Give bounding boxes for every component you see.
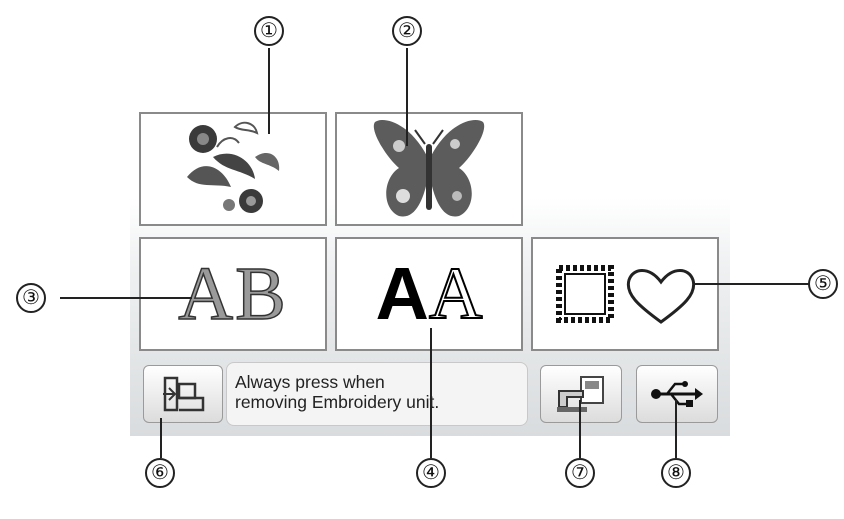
character-pattern-tile[interactable]: A A	[335, 237, 523, 351]
decorative-alphabet-tile[interactable]: AB	[139, 237, 327, 351]
butterfly-pattern-tile[interactable]	[335, 112, 523, 226]
frame-heart-icon	[556, 265, 696, 324]
callout-1-line	[268, 48, 270, 134]
callout-6-line	[160, 418, 162, 458]
callout-2: ②	[392, 16, 422, 46]
callout-3-line	[60, 297, 192, 299]
callout-1: ①	[254, 16, 284, 46]
callout-8: ⑧	[661, 458, 691, 488]
embroidery-unit-release-icon	[163, 376, 205, 412]
usb-icon	[651, 381, 703, 407]
callout-7-line	[579, 400, 581, 458]
callout-7: ⑦	[565, 458, 595, 488]
floral-pattern-icon	[187, 121, 280, 213]
floral-pattern-tile[interactable]	[139, 112, 327, 226]
embroidery-unit-release-button[interactable]	[143, 365, 223, 423]
callout-5: ⑤	[808, 269, 838, 299]
callout-8-line	[675, 400, 677, 458]
callout-3: ③	[16, 283, 46, 313]
callout-4-line	[430, 328, 432, 458]
decorative-alphabet-text: AB	[177, 252, 288, 336]
bold-letter-a: A	[375, 252, 429, 335]
butterfly-pattern-icon	[373, 119, 485, 217]
release-instruction-text: Always press when removing Embroidery un…	[235, 372, 440, 412]
outline-letter-a: A	[428, 253, 483, 335]
callout-5-line	[693, 283, 811, 285]
frame-pattern-tile[interactable]	[531, 237, 719, 351]
callout-6: ⑥	[145, 458, 175, 488]
usb-button[interactable]	[636, 365, 718, 423]
machine-connect-button[interactable]	[540, 365, 622, 423]
callout-4: ④	[416, 458, 446, 488]
callout-2-line	[406, 48, 408, 146]
machine-connect-icon	[557, 376, 604, 412]
embroidery-pattern-selection-diagram: AB A A Always press when removing Embroi…	[0, 0, 844, 519]
